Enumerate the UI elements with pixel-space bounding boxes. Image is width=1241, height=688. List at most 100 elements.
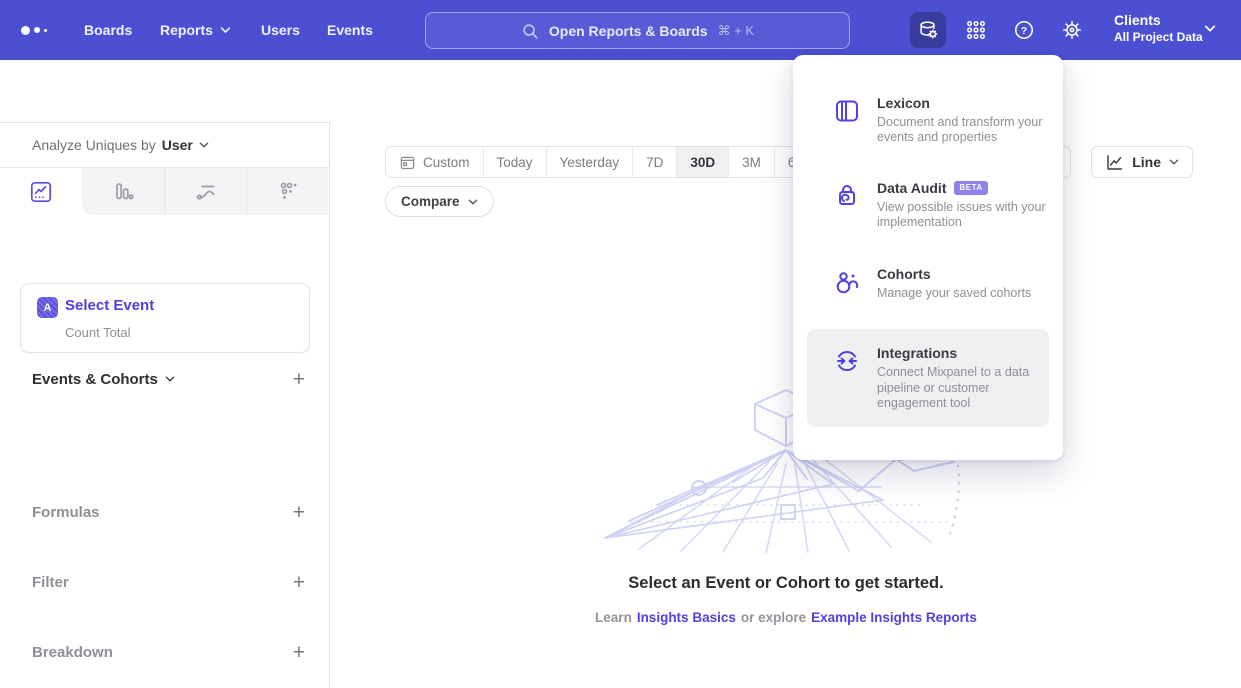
range-label: Yesterday: [560, 155, 620, 170]
breakdown-section: Breakdown +: [32, 638, 305, 666]
example-insights-reports-link[interactable]: Example Insights Reports: [811, 610, 977, 625]
gear-icon: [1061, 19, 1083, 41]
menu-item-cohorts[interactable]: Cohorts Manage your saved cohorts: [793, 256, 1063, 311]
nav-label: Events: [327, 22, 373, 38]
nav-label: Boards: [84, 22, 132, 38]
empty-state-title: Select an Event or Cohort to get started…: [331, 574, 1241, 593]
menu-item-lexicon[interactable]: Lexicon Document and transform your even…: [793, 85, 1063, 156]
range-7d[interactable]: 7D: [632, 147, 676, 177]
data-audit-icon: [833, 180, 861, 231]
range-custom[interactable]: Custom: [386, 147, 483, 177]
event-selector-card[interactable]: A Select Event Count Total: [20, 283, 310, 353]
range-3m[interactable]: 3M: [728, 147, 774, 177]
line-chart-tab-icon: [29, 180, 53, 204]
add-formula-button[interactable]: +: [293, 502, 305, 523]
beta-badge: BETA: [954, 181, 987, 195]
menu-item-desc: Document and transform your events and p…: [877, 115, 1049, 146]
select-event-label[interactable]: Select Event: [65, 297, 154, 314]
chart-type-dropdown[interactable]: Line: [1091, 146, 1193, 178]
section-label: Events & Cohorts: [32, 371, 158, 388]
tab-scatter-chart[interactable]: [246, 168, 328, 215]
lexicon-book-icon: [833, 95, 861, 146]
search-shortcut: ⌘ + K: [718, 23, 755, 39]
menu-item-data-audit[interactable]: Data Audit BETA View possible issues wit…: [793, 170, 1063, 241]
chart-type-label: Line: [1132, 154, 1161, 170]
filter-section: Filter +: [32, 568, 305, 596]
report-canvas: Custom Today Yesterday 7D 30D 3M 6M Comp…: [331, 122, 1241, 688]
empty-state-links: Learn Insights Basics or explore Example…: [331, 610, 1241, 625]
bar-chart-tab-icon: [111, 180, 135, 204]
tab-line-chart[interactable]: [0, 168, 82, 215]
breakdown-label: Breakdown: [32, 644, 113, 661]
chevron-down-icon[interactable]: [1204, 24, 1216, 33]
add-filter-button[interactable]: +: [293, 572, 305, 593]
menu-item-desc: View possible issues with your implement…: [877, 200, 1049, 231]
global-search-input[interactable]: Open Reports & Boards ⌘ + K: [425, 12, 850, 49]
line-chart-icon: [1105, 153, 1124, 172]
help-button[interactable]: ?: [1006, 12, 1042, 48]
nav-label: Reports: [160, 22, 213, 38]
analyze-value: User: [162, 137, 193, 153]
apps-grid-icon: [965, 19, 987, 41]
range-label: 7D: [646, 155, 663, 170]
analyze-prefix: Analyze Uniques by: [32, 137, 156, 153]
analyze-uniques-selector[interactable]: Analyze Uniques by User: [32, 123, 209, 167]
settings-button[interactable]: [1054, 12, 1090, 48]
range-label: Today: [497, 155, 533, 170]
calendar-icon: [399, 154, 416, 171]
menu-item-title: Data Audit: [877, 180, 946, 196]
svg-text:?: ?: [1021, 25, 1027, 37]
menu-item-desc: Connect Mixpanel to a data pipeline or c…: [877, 365, 1049, 411]
mixpanel-logo[interactable]: [21, 0, 47, 60]
chevron-down-icon: [199, 141, 209, 149]
events-cohorts-header[interactable]: Events & Cohorts: [32, 371, 175, 388]
top-nav: Boards Reports Users Events Open Reports…: [0, 0, 1241, 60]
event-series-badge: A: [37, 297, 58, 318]
tab-flow-chart[interactable]: [164, 168, 246, 215]
flow-chart-tab-icon: [194, 180, 218, 204]
data-management-button[interactable]: [910, 12, 946, 48]
range-label: Custom: [423, 155, 470, 170]
scatter-tab-icon: [276, 180, 300, 204]
cohorts-icon: [833, 266, 861, 301]
formulas-section: Formulas +: [32, 498, 305, 526]
range-30d-active[interactable]: 30D: [676, 147, 728, 177]
project-name: All Project Data: [1114, 29, 1203, 45]
chevron-down-icon: [165, 375, 175, 383]
range-label: 3M: [742, 155, 761, 170]
count-total-selector[interactable]: Count Total: [65, 325, 131, 340]
project-selector[interactable]: Clients All Project Data: [1114, 11, 1203, 45]
add-event-button[interactable]: +: [293, 369, 305, 390]
learn-prefix: Learn: [595, 610, 632, 625]
menu-item-title: Lexicon: [877, 95, 930, 111]
org-name: Clients: [1114, 11, 1203, 29]
formulas-label: Formulas: [32, 504, 100, 521]
chevron-down-icon: [1169, 158, 1179, 166]
chart-type-tabs: [0, 167, 329, 214]
inactive-tabs: [82, 168, 328, 214]
chevron-down-icon: [220, 26, 231, 34]
nav-item-reports[interactable]: Reports: [160, 0, 231, 60]
menu-item-integrations[interactable]: Integrations Connect Mixpanel to a data …: [807, 329, 1049, 427]
range-today[interactable]: Today: [483, 147, 546, 177]
apps-grid-button[interactable]: [958, 12, 994, 48]
nav-item-users[interactable]: Users: [261, 0, 300, 60]
tab-bar-chart[interactable]: [82, 168, 164, 215]
menu-item-desc: Manage your saved cohorts: [877, 286, 1049, 301]
add-breakdown-button[interactable]: +: [293, 642, 305, 663]
nav-item-events[interactable]: Events: [327, 0, 373, 60]
compare-button[interactable]: Compare: [385, 186, 494, 217]
nav-label: Users: [261, 22, 300, 38]
database-gear-icon: [917, 19, 939, 41]
nav-item-boards[interactable]: Boards: [84, 0, 132, 60]
filter-label: Filter: [32, 574, 69, 591]
help-icon: ?: [1013, 19, 1035, 41]
search-icon: [521, 22, 539, 40]
range-label: 30D: [690, 155, 715, 170]
range-yesterday[interactable]: Yesterday: [546, 147, 633, 177]
insights-basics-link[interactable]: Insights Basics: [637, 610, 736, 625]
integrations-icon: [833, 345, 861, 411]
query-builder-sidebar: Analyze Uniques by User: [0, 122, 330, 688]
menu-item-title: Integrations: [877, 345, 957, 361]
menu-item-title: Cohorts: [877, 266, 931, 282]
